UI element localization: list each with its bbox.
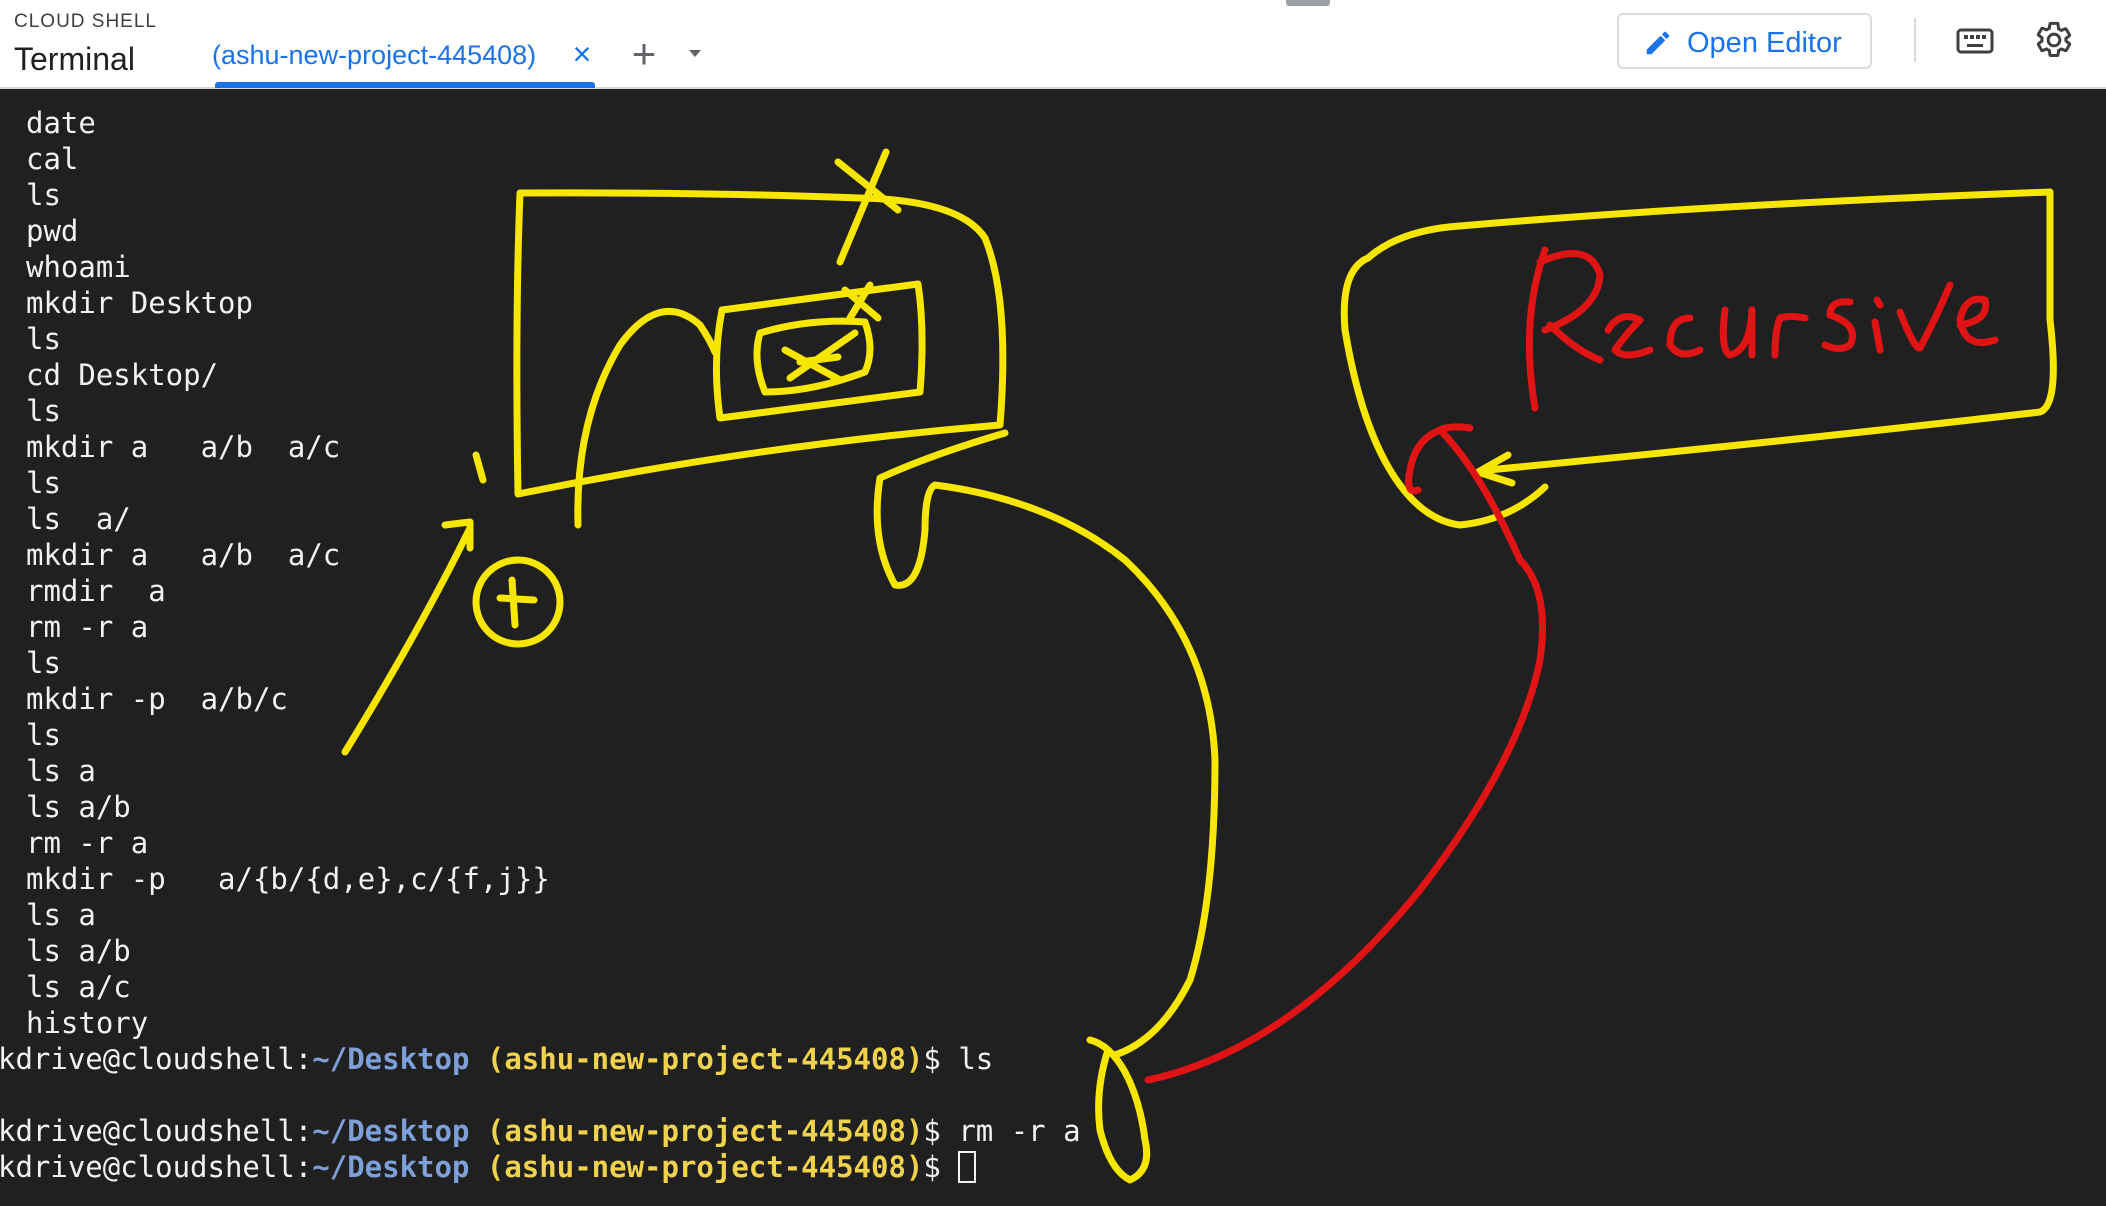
- history-line: rm -r a: [26, 826, 149, 860]
- keyboard-icon[interactable]: [1956, 24, 1994, 58]
- prompt-user: kdrive@cloudshell:: [0, 1114, 313, 1148]
- history-line: ls a/c: [26, 970, 131, 1004]
- prompt-dollar: $: [923, 1042, 959, 1076]
- prompt-dollar: $: [923, 1150, 959, 1184]
- history-line: mkdir a a/b a/c: [26, 538, 341, 572]
- active-tab-indicator: [215, 82, 595, 88]
- prompt-project: (ashu-new-project-445408): [486, 1150, 924, 1184]
- app-title: Terminal: [14, 41, 135, 77]
- caret-down-icon[interactable]: [682, 44, 708, 64]
- history-line: ls: [26, 718, 61, 752]
- prompt-project: (ashu-new-project-445408): [486, 1042, 924, 1076]
- history-line: ls a/b: [26, 934, 131, 968]
- prompt-user: kdrive@cloudshell:: [0, 1150, 313, 1184]
- terminal-cursor[interactable]: [958, 1151, 977, 1183]
- prompt-dollar: $: [923, 1114, 959, 1148]
- close-icon[interactable]: ×: [568, 38, 596, 70]
- prompt-command: ls: [958, 1042, 994, 1076]
- tab-ashu-new-project[interactable]: (ashu-new-project-445408) ×: [212, 0, 594, 89]
- prompt-path: ~/Desktop: [312, 1150, 470, 1184]
- prompt-command: rm -r a: [958, 1114, 1081, 1148]
- history-line: ls: [26, 178, 61, 212]
- history-line: rm -r a: [26, 610, 149, 644]
- prompt-project: (ashu-new-project-445408): [486, 1114, 924, 1148]
- prompt-line: kdrive@cloudshell:~/Desktop (ashu-new-pr…: [0, 1113, 1081, 1149]
- history-line: ls a: [26, 754, 96, 788]
- history-line: mkdir Desktop: [26, 286, 253, 320]
- history-line: ls a/: [26, 502, 131, 536]
- tab-label[interactable]: (ashu-new-project-445408): [212, 40, 536, 71]
- cloud-shell-header: CLOUD SHELL Terminal (ashu-new-project-4…: [0, 0, 2106, 89]
- history-line: ls: [26, 322, 61, 356]
- header-divider: [1914, 18, 1916, 62]
- prompt-user: kdrive@cloudshell:: [0, 1042, 313, 1076]
- history-line: date: [26, 106, 96, 140]
- history-line: mkdir -p a/{b/{d,e},c/{f,j}}: [26, 862, 550, 896]
- prompt-line: kdrive@cloudshell:~/Desktop (ashu-new-pr…: [0, 1041, 993, 1077]
- history-line: ls: [26, 646, 61, 680]
- history-line: mkdir a a/b a/c: [26, 430, 341, 464]
- open-editor-label: Open Editor: [1687, 27, 1842, 59]
- prompt-path: ~/Desktop: [312, 1042, 470, 1076]
- prompt-path: ~/Desktop: [312, 1114, 470, 1148]
- history-line: pwd: [26, 214, 79, 248]
- open-editor-button[interactable]: Open Editor: [1617, 13, 1872, 69]
- history-line: ls a: [26, 898, 96, 932]
- history-line: cal: [26, 142, 79, 176]
- history-line: whoami: [26, 250, 131, 284]
- history-line: ls: [26, 466, 61, 500]
- history-line: history: [26, 1006, 149, 1040]
- prompt-line[interactable]: kdrive@cloudshell:~/Desktop (ashu-new-pr…: [0, 1149, 977, 1185]
- plus-icon[interactable]: +: [624, 33, 664, 75]
- history-line: ls: [26, 394, 61, 428]
- history-line: rmdir a: [26, 574, 166, 608]
- gear-icon[interactable]: [2034, 20, 2074, 60]
- history-line: ls a/b: [26, 790, 131, 824]
- pencil-icon: [1643, 28, 1673, 58]
- drag-handle[interactable]: [1286, 0, 1330, 6]
- terminal-pane[interactable]: date cal ls pwd whoami mkdir Desktop ls …: [0, 89, 2106, 1206]
- history-line: cd Desktop/: [26, 358, 219, 392]
- history-line: mkdir -p a/b/c: [26, 682, 288, 716]
- app-label: CLOUD SHELL: [14, 11, 157, 32]
